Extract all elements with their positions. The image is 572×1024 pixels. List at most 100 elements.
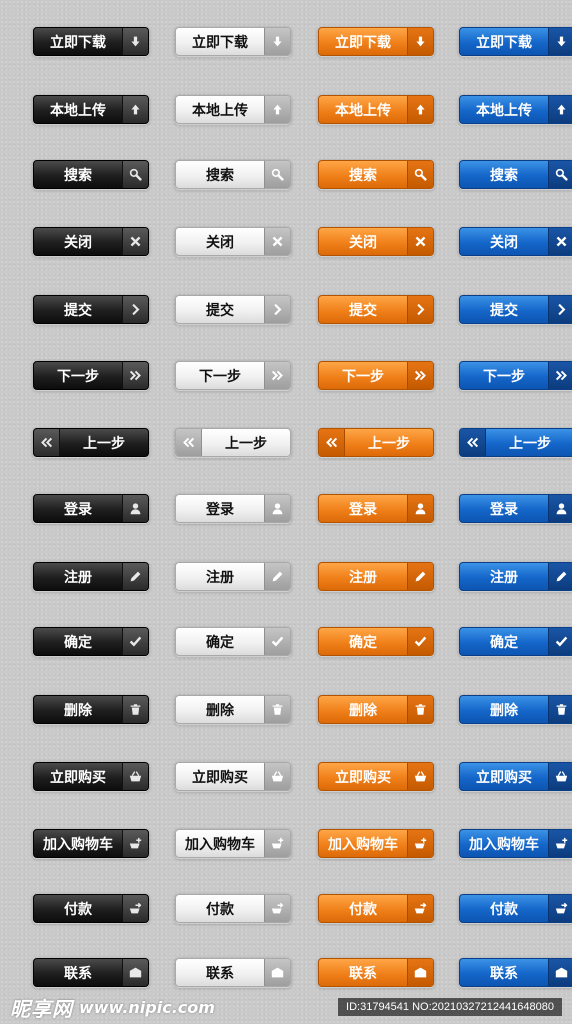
double-chevron-right-icon (122, 362, 148, 389)
close-icon (548, 228, 572, 255)
button-white[interactable]: 联系 (175, 958, 291, 987)
watermark-id: ID:31794541 NO:20210327212441648080 (338, 998, 562, 1016)
button-orange[interactable]: 删除 (318, 695, 434, 724)
button-orange[interactable]: 确定 (318, 627, 434, 656)
button-blue[interactable]: 联系 (459, 958, 572, 987)
download-arrow-icon (264, 28, 290, 55)
button-black[interactable]: 上一步 (33, 428, 149, 457)
button-label: 关闭 (349, 234, 377, 251)
button-blue[interactable]: 确定 (459, 627, 572, 656)
button-black[interactable]: 立即下载 (33, 27, 149, 56)
button-orange[interactable]: 付款 (318, 894, 434, 923)
button-label: 上一步 (225, 435, 267, 452)
button-orange[interactable]: 登录 (318, 494, 434, 523)
button-label: 搜索 (64, 167, 92, 184)
button-blue[interactable]: 付款 (459, 894, 572, 923)
button-blue[interactable]: 关闭 (459, 227, 572, 256)
button-blue[interactable]: 注册 (459, 562, 572, 591)
button-orange[interactable]: 关闭 (318, 227, 434, 256)
pencil-icon (407, 563, 433, 590)
double-chevron-left-icon (176, 429, 202, 456)
button-orange[interactable]: 搜索 (318, 160, 434, 189)
button-label: 搜索 (206, 167, 234, 184)
button-blue[interactable]: 上一步 (459, 428, 572, 457)
button-label: 下一步 (483, 368, 525, 385)
button-black[interactable]: 加入购物车 (33, 829, 149, 858)
double-chevron-right-icon (407, 362, 433, 389)
button-label: 本地上传 (476, 102, 532, 119)
button-label: 上一步 (83, 435, 125, 452)
button-blue[interactable]: 本地上传 (459, 95, 572, 124)
button-orange[interactable]: 下一步 (318, 361, 434, 390)
watermark-url: www.nipic.com (79, 997, 215, 1017)
button-orange[interactable]: 注册 (318, 562, 434, 591)
button-black[interactable]: 提交 (33, 295, 149, 324)
upload-arrow-icon (407, 96, 433, 123)
button-white[interactable]: 删除 (175, 695, 291, 724)
button-blue[interactable]: 立即下载 (459, 27, 572, 56)
button-blue[interactable]: 搜索 (459, 160, 572, 189)
button-blue[interactable]: 登录 (459, 494, 572, 523)
button-orange[interactable]: 提交 (318, 295, 434, 324)
button-black[interactable]: 确定 (33, 627, 149, 656)
button-black[interactable]: 本地上传 (33, 95, 149, 124)
button-orange[interactable]: 加入购物车 (318, 829, 434, 858)
button-label: 登录 (206, 501, 234, 518)
button-white[interactable]: 上一步 (175, 428, 291, 457)
button-label: 立即下载 (335, 34, 391, 51)
button-label: 登录 (64, 501, 92, 518)
button-label: 付款 (206, 901, 234, 918)
button-white[interactable]: 提交 (175, 295, 291, 324)
button-orange[interactable]: 上一步 (318, 428, 434, 457)
button-white[interactable]: 关闭 (175, 227, 291, 256)
button-label: 联系 (349, 965, 377, 982)
button-black[interactable]: 注册 (33, 562, 149, 591)
close-icon (407, 228, 433, 255)
button-label: 加入购物车 (328, 836, 398, 853)
double-chevron-right-icon (548, 362, 572, 389)
button-label: 上一步 (509, 435, 551, 452)
button-white[interactable]: 注册 (175, 562, 291, 591)
button-blue[interactable]: 加入购物车 (459, 829, 572, 858)
button-blue[interactable]: 提交 (459, 295, 572, 324)
button-label: 立即购买 (192, 769, 248, 786)
button-blue[interactable]: 删除 (459, 695, 572, 724)
button-blue[interactable]: 下一步 (459, 361, 572, 390)
download-arrow-icon (548, 28, 572, 55)
button-white[interactable]: 付款 (175, 894, 291, 923)
button-black[interactable]: 联系 (33, 958, 149, 987)
trash-icon (407, 696, 433, 723)
button-white[interactable]: 确定 (175, 627, 291, 656)
button-white[interactable]: 立即购买 (175, 762, 291, 791)
close-icon (264, 228, 290, 255)
button-black[interactable]: 删除 (33, 695, 149, 724)
button-label: 关闭 (206, 234, 234, 251)
button-black[interactable]: 立即购买 (33, 762, 149, 791)
button-orange[interactable]: 联系 (318, 958, 434, 987)
button-white[interactable]: 本地上传 (175, 95, 291, 124)
button-white[interactable]: 立即下载 (175, 27, 291, 56)
button-black[interactable]: 登录 (33, 494, 149, 523)
button-black[interactable]: 付款 (33, 894, 149, 923)
button-label: 注册 (64, 569, 92, 586)
button-black[interactable]: 关闭 (33, 227, 149, 256)
double-chevron-left-icon (460, 429, 486, 456)
button-orange[interactable]: 立即下载 (318, 27, 434, 56)
button-white[interactable]: 加入购物车 (175, 829, 291, 858)
button-white[interactable]: 登录 (175, 494, 291, 523)
button-blue[interactable]: 立即购买 (459, 762, 572, 791)
chevron-right-icon (407, 296, 433, 323)
basket-arrow-icon (548, 895, 572, 922)
button-orange[interactable]: 立即购买 (318, 762, 434, 791)
button-black[interactable]: 下一步 (33, 361, 149, 390)
button-label: 联系 (64, 965, 92, 982)
button-label: 删除 (490, 702, 518, 719)
button-orange[interactable]: 本地上传 (318, 95, 434, 124)
button-black[interactable]: 搜索 (33, 160, 149, 189)
watermark: 昵享网 www.nipic.com (10, 993, 215, 1022)
button-white[interactable]: 下一步 (175, 361, 291, 390)
button-label: 付款 (64, 901, 92, 918)
close-icon (122, 228, 148, 255)
button-white[interactable]: 搜索 (175, 160, 291, 189)
button-label: 加入购物车 (469, 836, 539, 853)
